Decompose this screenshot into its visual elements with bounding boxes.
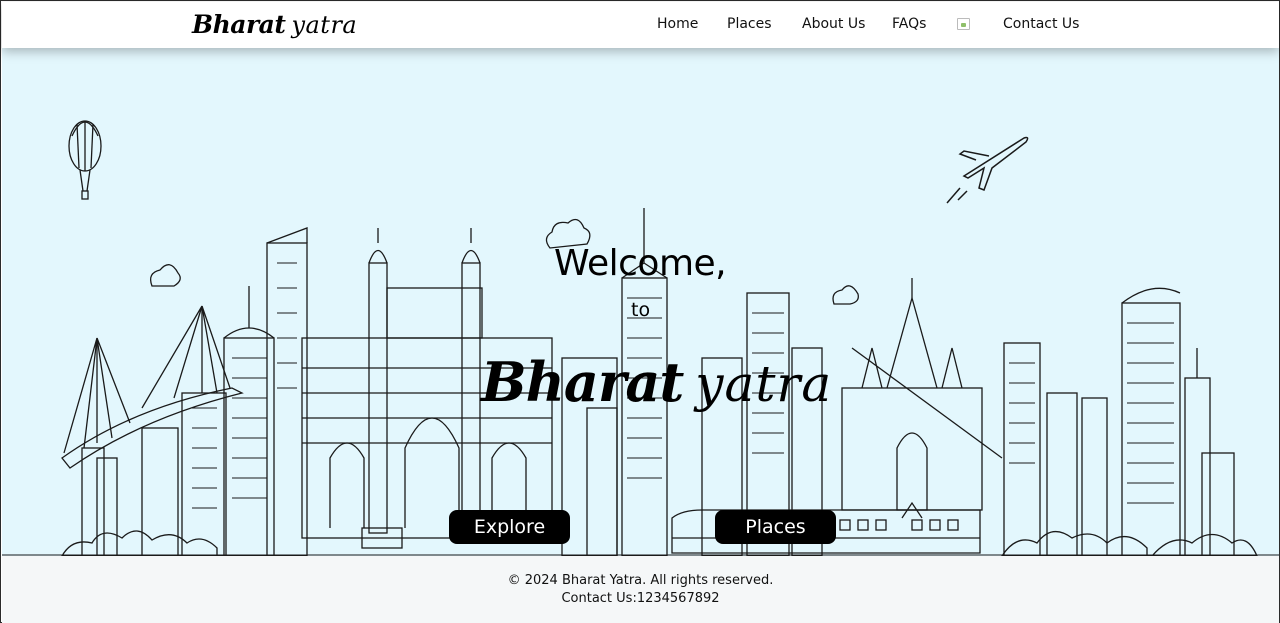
logo-text-bharat: Bharat [192,10,286,39]
footer-contact: Contact Us:1234567892 [561,591,720,606]
cloud-icon [149,218,859,305]
nav-about-link[interactable]: About Us [802,16,865,32]
logo-text-yatra: yatra [291,11,358,39]
hero-title: Bharat yatra [481,350,832,414]
hero-welcome-text: Welcome, [554,243,727,284]
hero-title-bharat: Bharat [481,350,684,414]
site-logo[interactable]: Bharat yatra [192,10,357,44]
broken-image-icon[interactable] [957,18,970,30]
nav-home-link[interactable]: Home [657,16,698,32]
footer-copyright: © 2024 Bharat Yatra. All rights reserved… [507,573,774,588]
hot-air-balloon-icon [68,120,102,200]
places-button[interactable]: Places [715,510,836,544]
hero-title-yatra: yatra [695,355,833,413]
cathedral-building [841,278,1003,519]
nav-faqs-link[interactable]: FAQs [892,16,926,32]
nav-places-link[interactable]: Places [727,16,772,32]
site-footer: © 2024 Bharat Yatra. All rights reserved… [2,556,1279,623]
hero-to-text: to [631,299,651,321]
explore-button[interactable]: Explore [449,510,570,544]
hero-section: Welcome, to Bharat yatra Explore Places [2,48,1279,556]
airplane-icon [946,136,1029,204]
site-header: Bharat yatra Home Places About Us FAQs C… [2,2,1279,48]
nav-contact-link[interactable]: Contact Us [1003,16,1079,32]
